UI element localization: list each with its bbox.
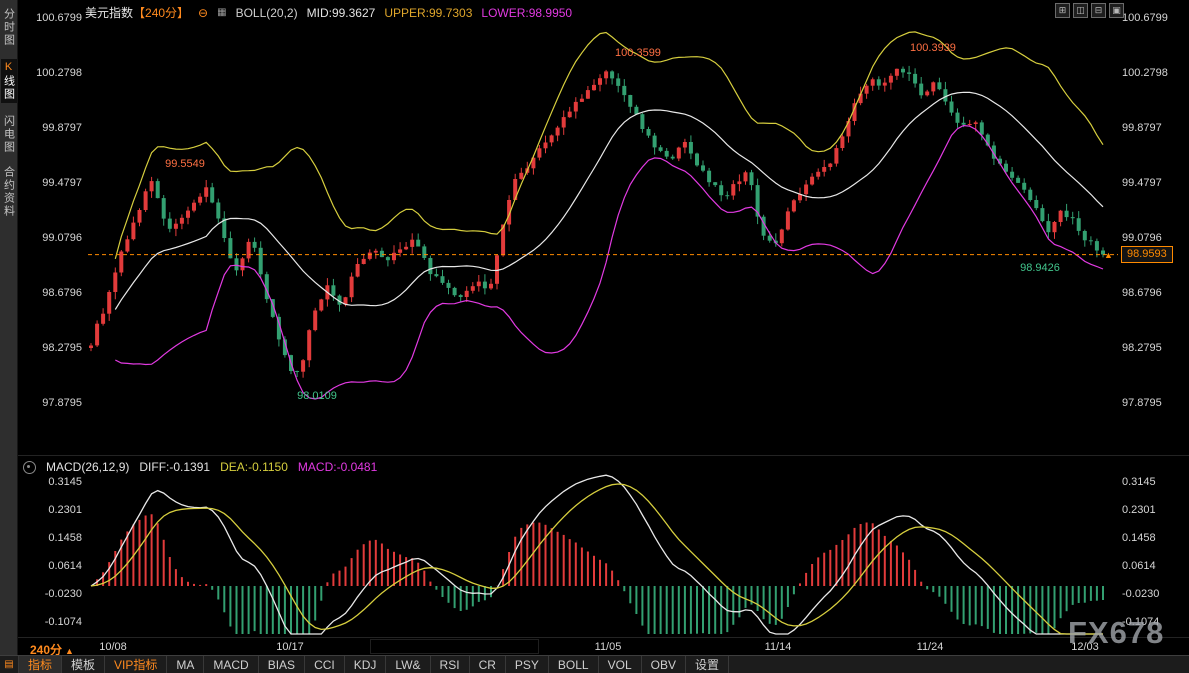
boll-label: BOLL(20,2): [236, 6, 298, 20]
macd-dea-value: DEA:-0.1150: [220, 460, 288, 474]
macd-label: MACD(26,12,9): [46, 460, 129, 474]
toolbar-tab-indicator[interactable]: 指标: [19, 656, 62, 673]
instrument-title: 美元指数: [85, 4, 133, 21]
boll-upper-value: UPPER:99.7303: [384, 6, 472, 20]
boll-lower-value: LOWER:98.9950: [481, 6, 572, 20]
sidebar-item-1[interactable]: 分时图: [1, 8, 17, 47]
instrument-group: 美元指数 【240分】: [85, 4, 189, 21]
sidebar-item-2[interactable]: K线图: [1, 59, 17, 103]
toolbar-tab-ma[interactable]: MA: [167, 656, 204, 673]
bottom-toolbar-tabs: 指标模板VIP指标MAMACDBIASCCIKDJLW&RSICRPSYBOLL…: [19, 656, 729, 673]
bottom-toolbar: ▤ 指标模板VIP指标MAMACDBIASCCIKDJLW&RSICRPSYBO…: [0, 655, 1189, 673]
toolbar-tab-rsi[interactable]: RSI: [431, 656, 470, 673]
toolbar-tab-bias[interactable]: BIAS: [259, 656, 305, 673]
toolbar-tab-boll[interactable]: BOLL: [549, 656, 599, 673]
sidebar-item-4[interactable]: 合约资料: [1, 166, 17, 218]
macd-header: MACD(26,12,9) DIFF:-0.1391 DEA:-0.1150 M…: [23, 460, 377, 474]
window-controls: ⊞◫⊟▣: [1055, 3, 1124, 18]
chart-canvas[interactable]: [0, 0, 1189, 655]
period-label[interactable]: 【240分】: [133, 4, 189, 21]
boll-chart-icon: ▦: [217, 7, 226, 18]
collapse-icon[interactable]: ⊖: [198, 6, 208, 20]
toolbar-tab-obv[interactable]: OBV: [642, 656, 686, 673]
macd-diff-value: DIFF:-0.1391: [139, 460, 210, 474]
macd-macd-value: MACD:-0.0481: [298, 460, 377, 474]
grid-layout-icon[interactable]: ⊞: [1055, 3, 1070, 18]
boll-mid-value: MID:99.3627: [307, 6, 376, 20]
toolbar-tab-psy[interactable]: PSY: [506, 656, 549, 673]
toolbar-tab-kdj[interactable]: KDJ: [345, 656, 387, 673]
current-price-tag: 98.9593: [1121, 246, 1173, 263]
toolbar-tab-settings[interactable]: 设置: [686, 656, 729, 673]
toolbar-tab-vol[interactable]: VOL: [599, 656, 642, 673]
chart-header: 美元指数 【240分】 ⊖ ▦ BOLL(20,2) MID:99.3627 U…: [85, 4, 572, 21]
trading-app: 100.6799100.6799100.2798100.279899.87979…: [0, 0, 1189, 673]
toolbar-tab-cci[interactable]: CCI: [305, 656, 345, 673]
indicator-menu-icon[interactable]: ▤: [0, 656, 19, 673]
maximize-icon[interactable]: ▣: [1109, 3, 1124, 18]
minimize-icon[interactable]: ⊟: [1091, 3, 1106, 18]
toolbar-tab-macd[interactable]: MACD: [204, 656, 258, 673]
sidebar-item-3[interactable]: 闪电图: [1, 115, 17, 154]
toolbar-tab-template[interactable]: 模板: [62, 656, 105, 673]
timeline-scrollbar[interactable]: [370, 639, 539, 654]
indicator-settings-icon[interactable]: [23, 461, 36, 474]
toolbar-tab-lwr[interactable]: LW&: [386, 656, 430, 673]
toolbar-tab-cr[interactable]: CR: [470, 656, 506, 673]
price-up-arrow-icon: ▲: [1104, 250, 1113, 260]
split-window-icon[interactable]: ◫: [1073, 3, 1088, 18]
left-sidebar: 分时图 K线图闪电图合约资料: [0, 0, 18, 655]
watermark: FX678: [1068, 615, 1164, 651]
toolbar-tab-vip-indicator[interactable]: VIP指标: [105, 656, 167, 673]
